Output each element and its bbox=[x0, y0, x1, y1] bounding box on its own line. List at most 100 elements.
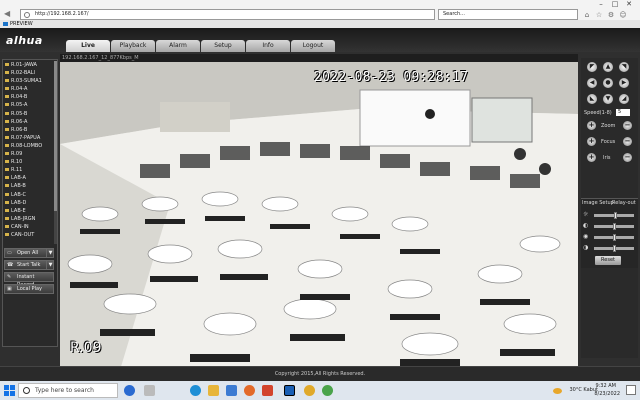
tab-logout[interactable]: Logout bbox=[291, 40, 335, 52]
browser-search-input[interactable]: Search... bbox=[438, 9, 578, 20]
channel-item[interactable]: R.05-B bbox=[4, 110, 52, 118]
channel-label: R.02-BALI bbox=[11, 70, 35, 77]
channel-item[interactable]: R.02-BALIM bbox=[4, 69, 52, 77]
zoom-out-minus-icon[interactable]: − bbox=[623, 121, 632, 130]
play-file-icon: ▣ bbox=[7, 286, 12, 292]
channel-label: R.06-A bbox=[11, 118, 28, 125]
iris-close-minus-icon[interactable]: − bbox=[623, 153, 632, 162]
iris-open-plus-icon[interactable]: + bbox=[587, 153, 596, 162]
channel-item[interactable]: R.01-JAWA bbox=[4, 61, 52, 69]
address-bar[interactable]: http://192.168.2.167/ bbox=[20, 9, 435, 20]
instant-record-button[interactable]: ✎ Instant Record bbox=[4, 272, 54, 288]
tab-info[interactable]: Info bbox=[246, 40, 290, 52]
channel-item[interactable]: LAB-D bbox=[4, 199, 52, 207]
chevron-down-icon[interactable]: ▼ bbox=[46, 248, 54, 258]
ptz-down-arrow-icon[interactable]: ▼ bbox=[603, 94, 613, 104]
channel-item[interactable]: LAB-E bbox=[4, 207, 52, 215]
close-window-button[interactable]: ✕ bbox=[622, 0, 636, 8]
cortana-icon[interactable] bbox=[124, 385, 135, 396]
ptz-up-right-arrow-icon[interactable]: ◥ bbox=[619, 62, 629, 72]
slider-knob[interactable] bbox=[612, 223, 616, 230]
relay-out-tab[interactable]: Relay-out bbox=[612, 200, 636, 206]
tab-live[interactable]: Live bbox=[66, 40, 110, 52]
file-explorer-icon[interactable] bbox=[208, 385, 219, 396]
task-view-icon[interactable] bbox=[144, 385, 155, 396]
tab-setup[interactable]: Setup bbox=[201, 40, 245, 52]
firefox-icon[interactable] bbox=[244, 385, 255, 396]
ptz-up-left-arrow-icon[interactable]: ◤ bbox=[587, 62, 597, 72]
app-icon[interactable] bbox=[322, 385, 333, 396]
windows-start-icon[interactable] bbox=[4, 385, 15, 396]
channel-item[interactable]: LAB-C bbox=[4, 191, 52, 199]
back-arrow-icon[interactable]: ◀ bbox=[4, 9, 14, 19]
channel-label: R.01-JAWA bbox=[11, 62, 37, 68]
edge-icon[interactable] bbox=[190, 385, 201, 396]
saturation-slider[interactable] bbox=[594, 234, 634, 241]
chevron-down-icon[interactable]: ▼ bbox=[46, 260, 54, 270]
channel-label: R.05-A bbox=[11, 102, 28, 109]
notifications-icon[interactable] bbox=[626, 385, 636, 395]
clock-date[interactable]: 8/23/2022 bbox=[594, 391, 620, 397]
smiley-icon[interactable]: ☺ bbox=[619, 11, 627, 19]
internet-explorer-icon[interactable] bbox=[284, 385, 295, 396]
favorites-star-icon[interactable]: ☆ bbox=[595, 11, 603, 19]
ptz-center-icon[interactable]: ● bbox=[603, 78, 613, 88]
tab-playback[interactable]: Playback bbox=[111, 40, 155, 52]
local-play-button[interactable]: ▣ Local Play bbox=[4, 284, 54, 294]
channel-item[interactable]: LAB-JRGN bbox=[4, 215, 52, 223]
weather-icon bbox=[553, 388, 562, 394]
footer-copyright: Copyright 2015,All Rights Reserved. bbox=[0, 366, 640, 381]
channel-item[interactable]: R.03-SUMA1 bbox=[4, 77, 52, 85]
reset-button[interactable]: Reset bbox=[595, 256, 621, 265]
slider-knob[interactable] bbox=[612, 245, 616, 252]
camera-video-feed[interactable] bbox=[60, 54, 578, 370]
hue-slider[interactable] bbox=[594, 245, 634, 252]
channel-item[interactable]: R.08-LOMBO bbox=[4, 142, 52, 150]
channel-item[interactable]: CAN-IN bbox=[4, 223, 52, 231]
taskbar-search-placeholder: Type here to search bbox=[35, 387, 94, 394]
ptz-right-arrow-icon[interactable]: ▶ bbox=[619, 78, 629, 88]
store-icon[interactable] bbox=[226, 385, 237, 396]
channel-item[interactable]: LAB-A bbox=[4, 174, 52, 182]
contrast-slider[interactable] bbox=[594, 223, 634, 230]
channel-item[interactable]: R.07-PAPUA bbox=[4, 134, 52, 142]
channel-scrollbar[interactable] bbox=[54, 61, 57, 244]
channel-item[interactable]: R.05-A bbox=[4, 101, 52, 109]
channel-item[interactable]: R.06-B bbox=[4, 126, 52, 134]
zoom-in-plus-icon[interactable]: + bbox=[587, 121, 596, 130]
channel-item[interactable]: R.04-B bbox=[4, 93, 52, 101]
taskbar-search-input[interactable]: Type here to search bbox=[18, 383, 118, 398]
brightness-icon: ☼ bbox=[583, 211, 589, 218]
channel-item[interactable]: CAN-OUT bbox=[4, 231, 52, 239]
focus-far-minus-icon[interactable]: − bbox=[623, 137, 632, 146]
channel-item[interactable]: LAB-B bbox=[4, 182, 52, 190]
home-icon[interactable]: ⌂ bbox=[583, 11, 591, 19]
speed-select[interactable]: 5 bbox=[616, 109, 630, 116]
clock-time[interactable]: 9:32 AM bbox=[595, 383, 616, 389]
slider-knob[interactable] bbox=[614, 212, 618, 219]
channel-item[interactable]: R.10 bbox=[4, 158, 52, 166]
chrome-icon[interactable] bbox=[304, 385, 315, 396]
channel-item[interactable]: R.11 bbox=[4, 166, 52, 174]
channel-item[interactable]: R.04-A bbox=[4, 85, 52, 93]
start-talk-button[interactable]: ☎ Start Talk ▼ bbox=[4, 260, 54, 270]
maximize-button[interactable]: □ bbox=[608, 0, 622, 8]
channel-item[interactable]: R.06-A bbox=[4, 118, 52, 126]
brightness-slider[interactable] bbox=[594, 212, 634, 219]
image-setup-tab[interactable]: Image Setup bbox=[582, 200, 614, 206]
slider-knob[interactable] bbox=[612, 234, 616, 241]
browser-tab[interactable]: PREVIEW bbox=[2, 21, 72, 28]
ptz-left-arrow-icon[interactable]: ◀ bbox=[587, 78, 597, 88]
contrast-icon: ◐ bbox=[583, 222, 589, 229]
office-icon[interactable] bbox=[262, 385, 273, 396]
minimize-button[interactable]: – bbox=[594, 0, 608, 8]
ptz-up-arrow-icon[interactable]: ▲ bbox=[603, 62, 613, 72]
settings-gear-icon[interactable]: ⚙ bbox=[607, 11, 615, 19]
ptz-down-left-arrow-icon[interactable]: ◣ bbox=[587, 94, 597, 104]
tab-alarm[interactable]: Alarm bbox=[156, 40, 200, 52]
scrollbar-thumb[interactable] bbox=[54, 61, 57, 211]
open-all-button[interactable]: ▭ Open All ▼ bbox=[4, 248, 54, 258]
channel-item[interactable]: R.09M bbox=[4, 150, 52, 158]
ptz-down-right-arrow-icon[interactable]: ◢ bbox=[619, 94, 629, 104]
focus-near-plus-icon[interactable]: + bbox=[587, 137, 596, 146]
